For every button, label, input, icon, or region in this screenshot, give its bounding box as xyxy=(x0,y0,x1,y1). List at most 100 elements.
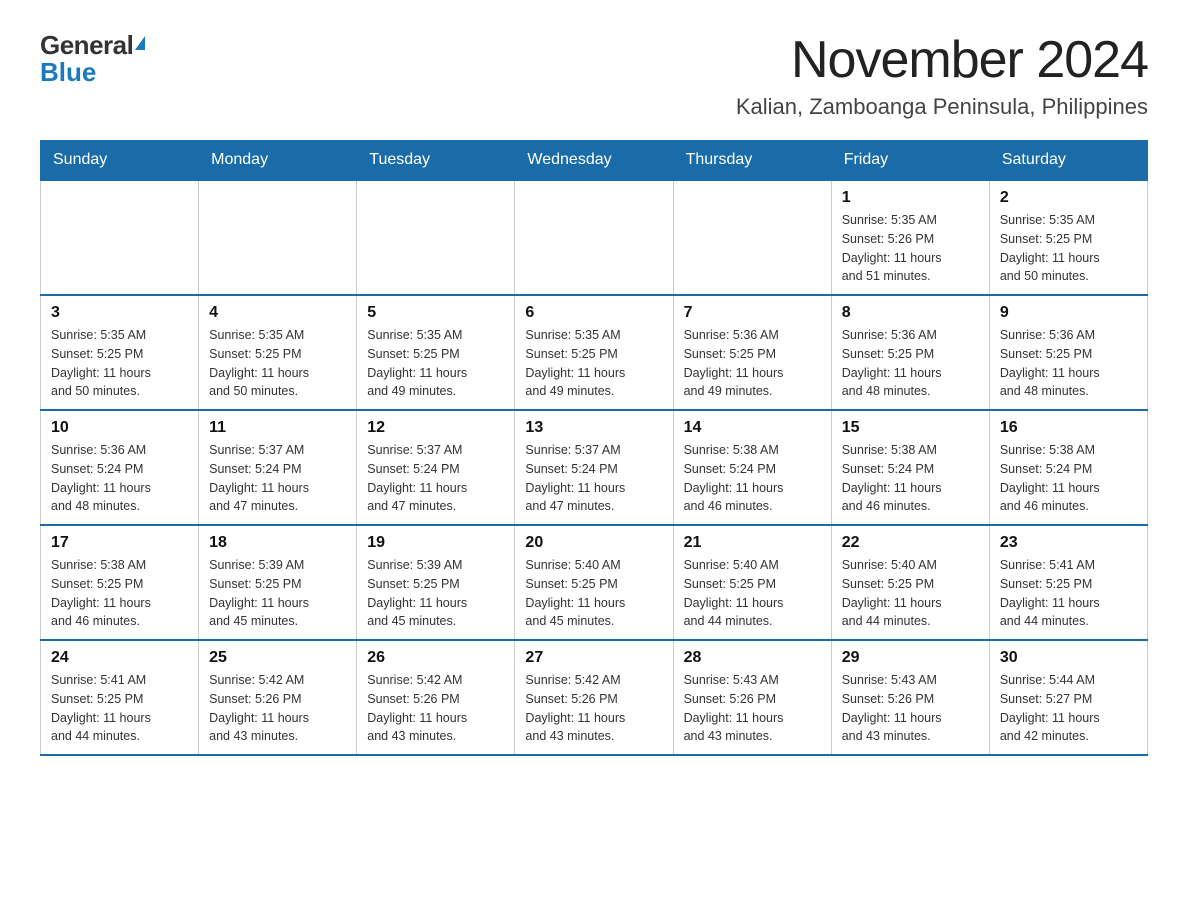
day-info: Sunrise: 5:42 AMSunset: 5:26 PMDaylight:… xyxy=(367,671,504,746)
day-number: 15 xyxy=(842,419,979,437)
day-info: Sunrise: 5:35 AMSunset: 5:25 PMDaylight:… xyxy=(367,326,504,401)
calendar-cell: 16 Sunrise: 5:38 AMSunset: 5:24 PMDayligh… xyxy=(989,410,1147,525)
week-row-2: 3 Sunrise: 5:35 AMSunset: 5:25 PMDaylight… xyxy=(41,295,1148,410)
day-number: 10 xyxy=(51,419,188,437)
day-number: 4 xyxy=(209,304,346,322)
day-info: Sunrise: 5:36 AMSunset: 5:25 PMDaylight:… xyxy=(1000,326,1137,401)
calendar-cell: 17 Sunrise: 5:38 AMSunset: 5:25 PMDayligh… xyxy=(41,525,199,640)
weekday-header-sunday: Sunday xyxy=(41,141,199,181)
weekday-header-tuesday: Tuesday xyxy=(357,141,515,181)
calendar-cell: 10 Sunrise: 5:36 AMSunset: 5:24 PMDayligh… xyxy=(41,410,199,525)
day-info: Sunrise: 5:35 AMSunset: 5:25 PMDaylight:… xyxy=(209,326,346,401)
day-info: Sunrise: 5:41 AMSunset: 5:25 PMDaylight:… xyxy=(1000,556,1137,631)
week-row-4: 17 Sunrise: 5:38 AMSunset: 5:25 PMDayligh… xyxy=(41,525,1148,640)
day-number: 12 xyxy=(367,419,504,437)
location-title: Kalian, Zamboanga Peninsula, Philippines xyxy=(736,94,1148,120)
day-info: Sunrise: 5:39 AMSunset: 5:25 PMDaylight:… xyxy=(209,556,346,631)
day-number: 27 xyxy=(525,649,662,667)
day-number: 29 xyxy=(842,649,979,667)
day-number: 14 xyxy=(684,419,821,437)
calendar-cell: 3Sunrise: 5:35 AMSunset: 5:25 PMDaylight… xyxy=(41,295,199,410)
calendar-cell: 12Sunrise: 5:37 AMSunset: 5:24 PMDayligh… xyxy=(357,410,515,525)
day-info: Sunrise: 5:40 AMSunset: 5:25 PMDaylight:… xyxy=(684,556,821,631)
calendar-cell: 15 Sunrise: 5:38 AMSunset: 5:24 PMDayligh… xyxy=(831,410,989,525)
week-row-3: 10 Sunrise: 5:36 AMSunset: 5:24 PMDayligh… xyxy=(41,410,1148,525)
logo-blue-text: Blue xyxy=(40,57,96,88)
day-number: 19 xyxy=(367,534,504,552)
calendar-cell xyxy=(515,180,673,295)
weekday-header-saturday: Saturday xyxy=(989,141,1147,181)
weekday-header-thursday: Thursday xyxy=(673,141,831,181)
day-number: 25 xyxy=(209,649,346,667)
day-number: 2 xyxy=(1000,189,1137,207)
day-number: 13 xyxy=(525,419,662,437)
week-row-1: 1 Sunrise: 5:35 AMSunset: 5:26 PMDaylight… xyxy=(41,180,1148,295)
day-number: 8 xyxy=(842,304,979,322)
calendar-cell: 26 Sunrise: 5:42 AMSunset: 5:26 PMDayligh… xyxy=(357,640,515,755)
calendar-cell: 18 Sunrise: 5:39 AMSunset: 5:25 PMDayligh… xyxy=(199,525,357,640)
day-number: 18 xyxy=(209,534,346,552)
calendar-cell: 2 Sunrise: 5:35 AMSunset: 5:25 PMDaylight… xyxy=(989,180,1147,295)
day-number: 23 xyxy=(1000,534,1137,552)
day-info: Sunrise: 5:44 AMSunset: 5:27 PMDaylight:… xyxy=(1000,671,1137,746)
day-info: Sunrise: 5:40 AMSunset: 5:25 PMDaylight:… xyxy=(842,556,979,631)
calendar-cell: 21Sunrise: 5:40 AMSunset: 5:25 PMDayligh… xyxy=(673,525,831,640)
day-number: 26 xyxy=(367,649,504,667)
calendar-cell: 14 Sunrise: 5:38 AMSunset: 5:24 PMDayligh… xyxy=(673,410,831,525)
day-number: 16 xyxy=(1000,419,1137,437)
day-number: 24 xyxy=(51,649,188,667)
page-header: General Blue November 2024 Kalian, Zambo… xyxy=(40,30,1148,120)
calendar-cell: 9 Sunrise: 5:36 AMSunset: 5:25 PMDaylight… xyxy=(989,295,1147,410)
day-number: 20 xyxy=(525,534,662,552)
calendar-cell: 29 Sunrise: 5:43 AMSunset: 5:26 PMDayligh… xyxy=(831,640,989,755)
day-number: 17 xyxy=(51,534,188,552)
calendar-cell: 27 Sunrise: 5:42 AMSunset: 5:26 PMDayligh… xyxy=(515,640,673,755)
logo: General Blue xyxy=(40,30,145,88)
day-info: Sunrise: 5:37 AMSunset: 5:24 PMDaylight:… xyxy=(525,441,662,516)
calendar-cell: 19Sunrise: 5:39 AMSunset: 5:25 PMDayligh… xyxy=(357,525,515,640)
month-title: November 2024 xyxy=(736,30,1148,90)
logo-triangle-icon xyxy=(135,36,145,50)
weekday-header-wednesday: Wednesday xyxy=(515,141,673,181)
day-number: 11 xyxy=(209,419,346,437)
day-info: Sunrise: 5:35 AMSunset: 5:25 PMDaylight:… xyxy=(525,326,662,401)
day-info: Sunrise: 5:43 AMSunset: 5:26 PMDaylight:… xyxy=(684,671,821,746)
calendar-cell: 1 Sunrise: 5:35 AMSunset: 5:26 PMDaylight… xyxy=(831,180,989,295)
day-number: 1 xyxy=(842,189,979,207)
day-number: 22 xyxy=(842,534,979,552)
day-info: Sunrise: 5:40 AMSunset: 5:25 PMDaylight:… xyxy=(525,556,662,631)
calendar-cell: 25 Sunrise: 5:42 AMSunset: 5:26 PMDayligh… xyxy=(199,640,357,755)
day-number: 28 xyxy=(684,649,821,667)
day-info: Sunrise: 5:43 AMSunset: 5:26 PMDaylight:… xyxy=(842,671,979,746)
day-info: Sunrise: 5:35 AMSunset: 5:26 PMDaylight:… xyxy=(842,211,979,286)
calendar-cell xyxy=(41,180,199,295)
calendar-cell: 8 Sunrise: 5:36 AMSunset: 5:25 PMDaylight… xyxy=(831,295,989,410)
day-number: 30 xyxy=(1000,649,1137,667)
calendar-table: SundayMondayTuesdayWednesdayThursdayFrid… xyxy=(40,140,1148,756)
calendar-cell: 23 Sunrise: 5:41 AMSunset: 5:25 PMDayligh… xyxy=(989,525,1147,640)
day-number: 5 xyxy=(367,304,504,322)
calendar-cell: 28 Sunrise: 5:43 AMSunset: 5:26 PMDayligh… xyxy=(673,640,831,755)
day-info: Sunrise: 5:37 AMSunset: 5:24 PMDaylight:… xyxy=(209,441,346,516)
day-number: 9 xyxy=(1000,304,1137,322)
day-info: Sunrise: 5:38 AMSunset: 5:24 PMDaylight:… xyxy=(842,441,979,516)
weekday-header-friday: Friday xyxy=(831,141,989,181)
day-number: 3 xyxy=(51,304,188,322)
calendar-cell xyxy=(673,180,831,295)
day-number: 6 xyxy=(525,304,662,322)
day-info: Sunrise: 5:38 AMSunset: 5:24 PMDaylight:… xyxy=(684,441,821,516)
calendar-cell: 30 Sunrise: 5:44 AMSunset: 5:27 PMDayligh… xyxy=(989,640,1147,755)
calendar-cell xyxy=(357,180,515,295)
calendar-cell: 20 Sunrise: 5:40 AMSunset: 5:25 PMDayligh… xyxy=(515,525,673,640)
weekday-header-monday: Monday xyxy=(199,141,357,181)
day-info: Sunrise: 5:36 AMSunset: 5:24 PMDaylight:… xyxy=(51,441,188,516)
title-section: November 2024 Kalian, Zamboanga Peninsul… xyxy=(736,30,1148,120)
day-info: Sunrise: 5:42 AMSunset: 5:26 PMDaylight:… xyxy=(525,671,662,746)
day-info: Sunrise: 5:38 AMSunset: 5:24 PMDaylight:… xyxy=(1000,441,1137,516)
day-info: Sunrise: 5:41 AMSunset: 5:25 PMDaylight:… xyxy=(51,671,188,746)
calendar-cell: 7Sunrise: 5:36 AMSunset: 5:25 PMDaylight… xyxy=(673,295,831,410)
day-info: Sunrise: 5:35 AMSunset: 5:25 PMDaylight:… xyxy=(1000,211,1137,286)
day-info: Sunrise: 5:36 AMSunset: 5:25 PMDaylight:… xyxy=(842,326,979,401)
day-info: Sunrise: 5:38 AMSunset: 5:25 PMDaylight:… xyxy=(51,556,188,631)
day-info: Sunrise: 5:42 AMSunset: 5:26 PMDaylight:… xyxy=(209,671,346,746)
